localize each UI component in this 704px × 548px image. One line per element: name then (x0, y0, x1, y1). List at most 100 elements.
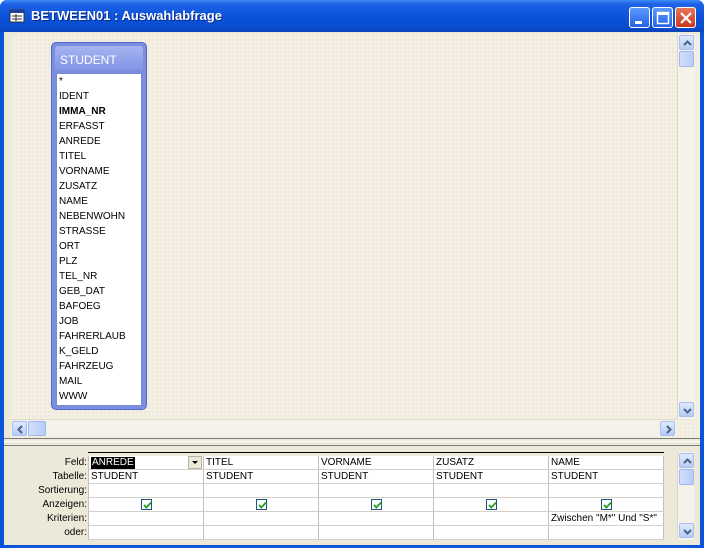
field-list-item[interactable]: NAME (57, 194, 141, 209)
show-checkbox[interactable] (601, 499, 612, 510)
grid-cell-kriterien[interactable] (434, 512, 549, 526)
grid-cell-feld[interactable]: TITEL (204, 456, 319, 470)
show-checkbox[interactable] (371, 499, 382, 510)
upper-vertical-scrollbar[interactable] (677, 34, 694, 419)
grid-cell-anzeigen[interactable] (549, 498, 664, 512)
grid-vertical-scrollbar[interactable] (677, 452, 694, 540)
query-icon (9, 9, 25, 23)
chevron-right-icon (666, 425, 672, 434)
pane-splitter[interactable] (4, 438, 700, 446)
field-list-item[interactable]: TITEL (57, 149, 141, 164)
grid-cell-sortierung[interactable] (549, 484, 664, 498)
grid-cell-oder[interactable] (549, 526, 664, 540)
grid-column[interactable]: ZUSATZ STUDENT (434, 456, 549, 540)
grid-column[interactable]: NAME STUDENT Zwischen "M*" Und "S*" (549, 456, 664, 540)
field-list-item[interactable]: TEL_NR (57, 269, 141, 284)
show-checkbox[interactable] (256, 499, 267, 510)
field-list-item[interactable]: K_GELD (57, 344, 141, 359)
field-dropdown-button[interactable] (188, 456, 202, 469)
grid-cell-anzeigen[interactable] (319, 498, 434, 512)
chevron-left-icon (17, 425, 23, 434)
chevron-up-icon (683, 40, 692, 46)
field-list-item[interactable]: FAHRERLAUB (57, 329, 141, 344)
grid-cell-kriterien[interactable] (319, 512, 434, 526)
chevron-down-icon (683, 408, 692, 414)
close-button[interactable] (675, 7, 696, 28)
show-checkbox[interactable] (141, 499, 152, 510)
chevron-up-icon (683, 458, 692, 464)
grid-cell-sortierung[interactable] (434, 484, 549, 498)
grid-cell-kriterien[interactable] (89, 512, 204, 526)
grid-cell-feld[interactable]: VORNAME (319, 456, 434, 470)
grid-cell-oder[interactable] (204, 526, 319, 540)
grid-cell-tabelle[interactable]: STUDENT (319, 470, 434, 484)
show-checkbox[interactable] (486, 499, 497, 510)
field-list-item[interactable]: PLZ (57, 254, 141, 269)
grid-cell-kriterien[interactable] (204, 512, 319, 526)
vertical-scroll-thumb[interactable] (679, 51, 694, 67)
field-list-item[interactable]: ORT (57, 239, 141, 254)
scroll-right-button[interactable] (660, 421, 675, 436)
field-list-student[interactable]: STUDENT * IDENT IMMA_NR ERFASST ANREDE TITEL V… (51, 42, 147, 410)
table-design-area[interactable]: STUDENT * IDENT IMMA_NR ERFASST ANREDE TITEL V… (11, 34, 700, 438)
field-list-item[interactable]: FAHRZEUG (57, 359, 141, 374)
field-list-item[interactable]: JOB (57, 314, 141, 329)
field-list-title[interactable]: STUDENT (55, 46, 143, 70)
maximize-button[interactable] (652, 7, 673, 28)
field-list-item[interactable]: NEBENWOHN (57, 209, 141, 224)
grid-cell-anzeigen[interactable] (89, 498, 204, 512)
field-list-item[interactable]: IDENT (57, 89, 141, 104)
horizontal-scroll-thumb[interactable] (28, 421, 46, 436)
grid-row-label: oder: (64, 527, 87, 538)
grid-cell-kriterien[interactable]: Zwischen "M*" Und "S*" (549, 512, 664, 526)
field-list-item[interactable]: ERFASST (57, 119, 141, 134)
upper-horizontal-scrollbar[interactable] (11, 419, 677, 436)
minimize-icon (635, 21, 642, 24)
field-list-item[interactable]: WWW (57, 389, 141, 404)
grid-column[interactable]: VORNAME STUDENT (319, 456, 434, 540)
field-list-item[interactable]: ANREDE (57, 134, 141, 149)
grid-cell-tabelle[interactable]: STUDENT (204, 470, 319, 484)
field-list-item[interactable]: MAIL (57, 374, 141, 389)
grid-cell-feld[interactable]: NAME (549, 456, 664, 470)
window-title: BETWEEN01 : Auswahlabfrage (31, 8, 222, 23)
minimize-button[interactable] (629, 7, 650, 28)
grid-scroll-up-button[interactable] (679, 453, 694, 468)
grid-cell-feld[interactable]: ANREDE (89, 456, 204, 470)
maximize-icon (656, 11, 670, 25)
grid-scroll-down-button[interactable] (679, 523, 694, 538)
grid-cell-oder[interactable] (89, 526, 204, 540)
grid-cell-tabelle[interactable]: STUDENT (434, 470, 549, 484)
grid-cell-anzeigen[interactable] (434, 498, 549, 512)
scroll-left-button[interactable] (12, 421, 27, 436)
grid-cell-sortierung[interactable] (319, 484, 434, 498)
grid-cell-tabelle[interactable]: STUDENT (89, 470, 204, 484)
grid-cell-oder[interactable] (319, 526, 434, 540)
field-list-item[interactable]: ZUSATZ (57, 179, 141, 194)
scroll-up-button[interactable] (679, 35, 694, 50)
query-grid[interactable]: ANREDE STUDENT TITEL STUDENT VORNAME STUDENT Z… (88, 456, 664, 540)
grid-column[interactable]: ANREDE STUDENT (89, 456, 204, 540)
title-bar[interactable]: BETWEEN01 : Auswahlabfrage (0, 0, 704, 32)
grid-vertical-scroll-thumb[interactable] (679, 469, 694, 485)
field-list-item[interactable]: BAFOEG (57, 299, 141, 314)
chevron-down-icon (683, 529, 692, 535)
grid-cell-sortierung[interactable] (204, 484, 319, 498)
grid-cell-feld[interactable]: ZUSATZ (434, 456, 549, 470)
checkmark-icon (258, 501, 267, 509)
scroll-down-button[interactable] (679, 402, 694, 417)
grid-cell-oder[interactable] (434, 526, 549, 540)
field-list-item[interactable]: STRASSE (57, 224, 141, 239)
selected-field-value[interactable]: ANREDE (91, 457, 135, 469)
field-list-item[interactable]: IMMA_NR (57, 104, 141, 119)
close-icon (680, 12, 692, 24)
grid-cell-anzeigen[interactable] (204, 498, 319, 512)
field-list-item[interactable]: GEB_DAT (57, 284, 141, 299)
field-list-item[interactable]: VORNAME (57, 164, 141, 179)
grid-column[interactable]: TITEL STUDENT (204, 456, 319, 540)
grid-cell-sortierung[interactable] (89, 484, 204, 498)
field-list-item[interactable]: * (57, 74, 141, 89)
grid-cell-tabelle[interactable]: STUDENT (549, 470, 664, 484)
field-list-body[interactable]: * IDENT IMMA_NR ERFASST ANREDE TITEL VORNAME ZU… (56, 73, 142, 406)
grid-row-label: Feld: (64, 457, 87, 468)
